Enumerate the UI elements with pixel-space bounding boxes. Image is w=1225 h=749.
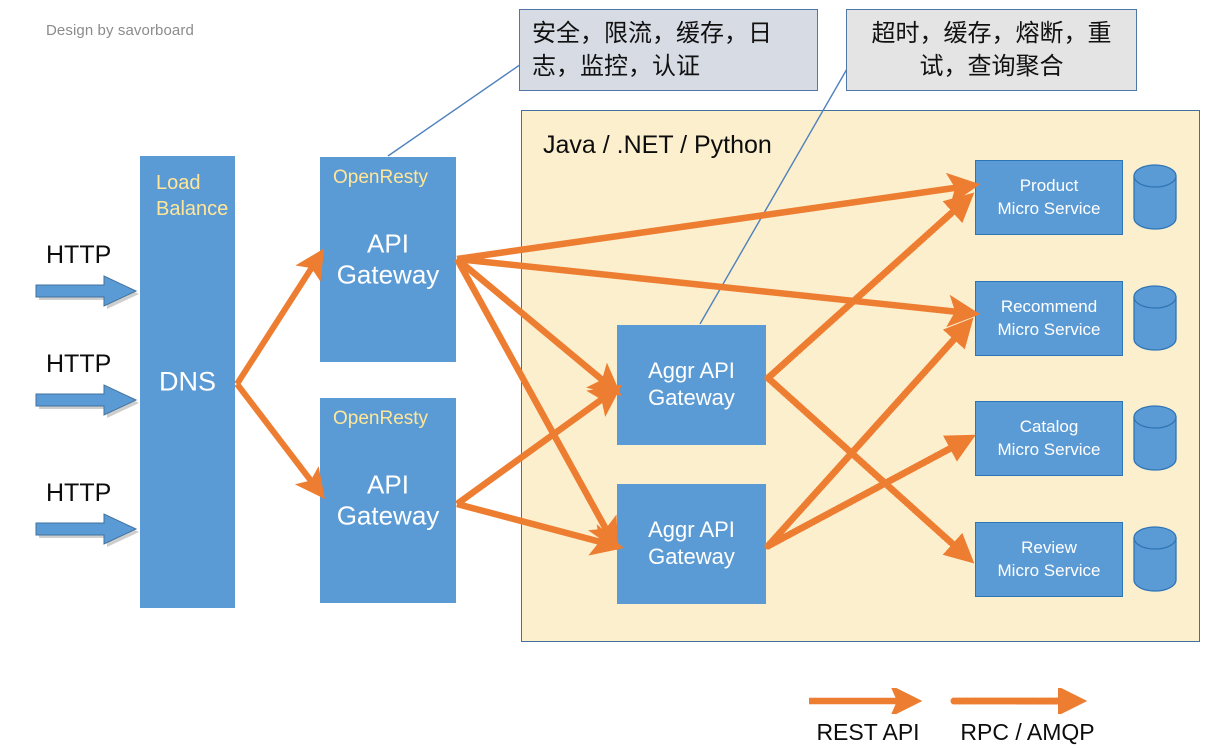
microservice-kind: Micro Service [997,319,1101,339]
microservice-kind: Micro Service [997,439,1101,459]
http-label: HTTP [46,479,112,507]
legend-rest-api: REST API [806,688,930,746]
http-request-3: HTTP [32,479,142,549]
api-gateway-sub-label: OpenResty [333,408,429,429]
http-arrow-icon [35,513,139,547]
microservice-kind: Micro Service [997,198,1101,218]
microservice-name: Recommend [1000,297,1098,317]
node-microservice-catalog[interactable]: Catalog Micro Service [975,401,1123,476]
node-microservice-product[interactable]: Product Micro Service [975,160,1123,235]
node-microservice-recommend[interactable]: Recommend Micro Service [975,281,1123,356]
microservice-name: Review [1021,538,1077,558]
aggr-gateway-label: Aggr API Gateway [648,517,735,569]
legend-label: REST API [816,719,920,745]
http-label: HTTP [46,350,112,378]
node-load-balancer-dns[interactable]: Load Balance DNS [140,156,235,608]
api-gateway-sub-label: OpenResty [333,167,429,188]
database-cylinder-review [1133,526,1177,592]
database-cylinder-recommend [1133,285,1177,351]
solid-arrow-icon [809,688,923,714]
legend-rpc-amqp: RPC / AMQP [950,688,1105,746]
node-aggr-api-gateway-bottom[interactable]: Aggr API Gateway [617,484,766,604]
http-request-1: HTTP [32,241,142,311]
microservice-name: Catalog [1019,417,1079,437]
http-arrow-icon [35,275,139,309]
database-cylinder-catalog [1133,405,1177,471]
aggr-gateway-label: Aggr API Gateway [648,358,735,410]
database-cylinder-product [1133,164,1177,230]
design-credit: Design by savorboard [46,22,194,39]
http-label: HTTP [46,241,112,269]
legend-label: RPC / AMQP [960,719,1095,745]
microservice-name: Product [1019,176,1079,196]
node-api-gateway-bottom[interactable]: OpenResty API Gateway [320,398,456,603]
node-aggr-api-gateway-top[interactable]: Aggr API Gateway [617,325,766,445]
load-balancer-main-label: DNS [158,366,216,397]
dotted-arrow-icon [950,688,1088,714]
callout-aggregator-features: 超时，缓存，熔断，重试，查询聚合 [846,9,1137,91]
api-gateway-main-label: API Gateway [336,468,440,531]
node-microservice-review[interactable]: Review Micro Service [975,522,1123,597]
http-arrow-icon [35,384,139,418]
platform-label: Java / .NET / Python [543,131,772,159]
diagram-canvas: Design by savorboard Java / .NET / Pytho… [0,0,1225,749]
callout-gateway-features: 安全，限流，缓存，日志，监控，认证 [519,9,818,91]
node-api-gateway-top[interactable]: OpenResty API Gateway [320,157,456,362]
microservice-kind: Micro Service [997,560,1101,580]
api-gateway-main-label: API Gateway [336,227,440,290]
http-request-2: HTTP [32,350,142,420]
load-balancer-sub-label: Load Balance [156,172,229,220]
